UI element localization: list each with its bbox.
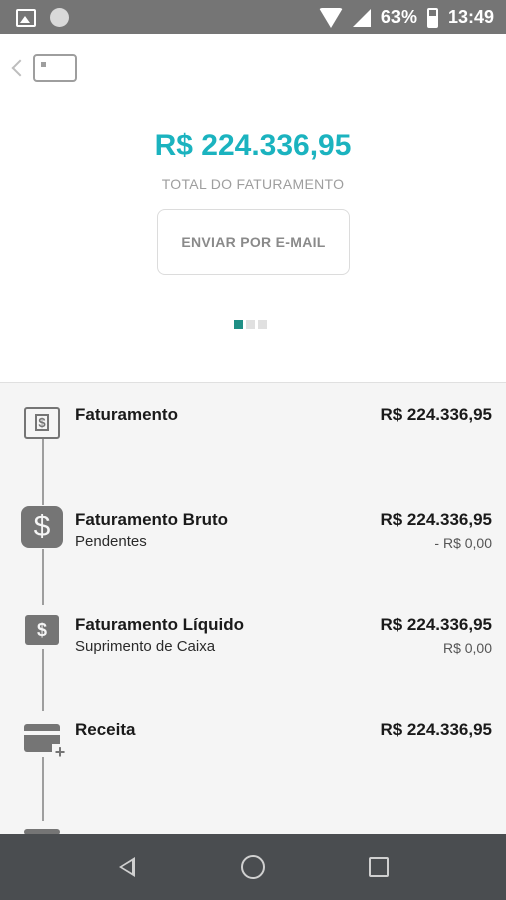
card-icon[interactable] <box>33 54 77 82</box>
item-amount: R$ 224.336,95 <box>380 510 492 529</box>
nav-recents-button[interactable] <box>369 857 389 877</box>
dollar-sign-icon: $ <box>21 506 63 548</box>
item-subtitle: Pendentes <box>75 533 147 550</box>
page-dot-3[interactable] <box>258 320 267 329</box>
back-button[interactable] <box>8 56 29 86</box>
list-item-partial[interactable] <box>0 803 506 834</box>
summary-header: R$ 224.336,95 TOTAL DO FATURAMENTO ENVIA… <box>0 34 506 382</box>
status-bar: 63% 13:49 <box>0 0 506 34</box>
page-indicator <box>234 320 267 329</box>
item-subamount: R$ 0,00 <box>442 640 492 656</box>
item-amount: R$ 224.336,95 <box>380 405 492 424</box>
page-dot-2[interactable] <box>246 320 255 329</box>
dollar-badge-icon: $ <box>25 615 59 645</box>
item-subamount: - R$ 0,00 <box>434 535 492 551</box>
item-title: Faturamento <box>75 405 178 424</box>
dollar-bill-icon: $ <box>24 407 60 439</box>
wifi-icon <box>318 7 343 28</box>
card-plus-icon: + <box>24 724 68 761</box>
list-item-receita[interactable]: + Receita R$ 224.336,95 <box>0 698 506 803</box>
list-item-faturamento-bruto[interactable]: $ Faturamento Bruto Pendentes R$ 224.336… <box>0 488 506 593</box>
total-label: TOTAL DO FATURAMENTO <box>161 176 345 192</box>
circle-notification-icon <box>50 8 69 27</box>
list-item-faturamento[interactable]: $ Faturamento R$ 224.336,95 <box>0 383 506 488</box>
nav-back-button[interactable] <box>115 854 141 880</box>
system-nav-bar <box>0 834 506 900</box>
page-dot-1[interactable] <box>234 320 243 329</box>
item-title: Faturamento Bruto <box>75 510 228 529</box>
image-notification-icon <box>16 8 36 27</box>
nav-home-button[interactable] <box>241 855 265 879</box>
signal-icon <box>352 8 371 27</box>
battery-icon <box>426 7 438 28</box>
item-amount: R$ 224.336,95 <box>380 615 492 634</box>
item-subtitle: Suprimento de Caixa <box>75 638 216 655</box>
clock: 13:49 <box>447 7 494 27</box>
item-amount: R$ 224.336,95 <box>380 720 492 739</box>
chevron-left-icon <box>11 59 29 77</box>
list-item-faturamento-liquido[interactable]: $ Faturamento Líquido Suprimento de Caix… <box>0 593 506 698</box>
item-title: Faturamento Líquido <box>75 615 245 634</box>
billing-list: $ Faturamento R$ 224.336,95 $ Faturament… <box>0 382 506 834</box>
battery-percent: 63% <box>380 7 417 27</box>
item-title: Receita <box>75 720 136 739</box>
total-amount: R$ 224.336,95 <box>154 129 352 162</box>
send-email-button[interactable]: ENVIAR POR E-MAIL <box>157 209 350 275</box>
